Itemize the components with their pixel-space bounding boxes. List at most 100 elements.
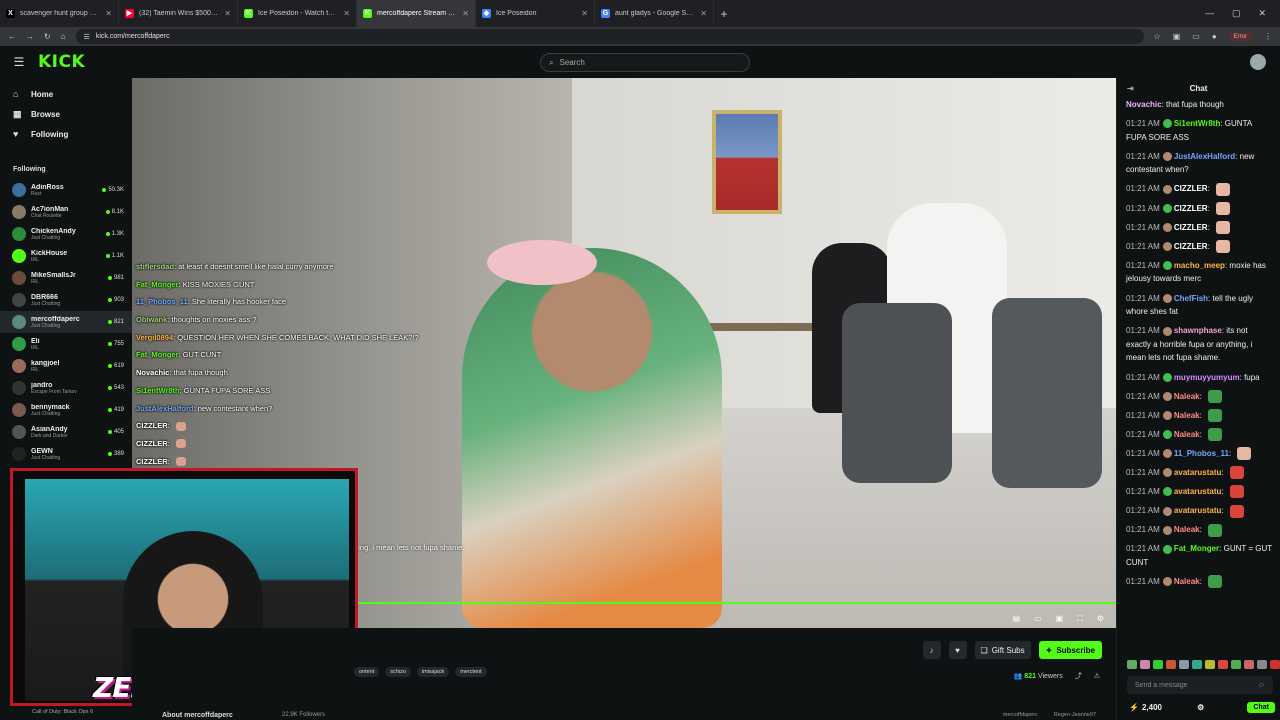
tab-close-icon[interactable]: ✕ <box>581 9 588 18</box>
browser-tab[interactable]: Kmercoffdaperc Stream - Watch ✕ <box>357 0 476 27</box>
emote-icon[interactable] <box>1205 660 1215 669</box>
sidebar-item-home[interactable]: ⌂ Home <box>0 84 132 104</box>
hamburger-menu-icon[interactable]: ☰ <box>0 55 38 69</box>
chat-username[interactable]: CIZZLER <box>1174 242 1208 251</box>
follow-heart-icon[interactable]: ♥ <box>948 641 967 659</box>
close-icon[interactable]: ✕ <box>1258 8 1266 19</box>
back-icon[interactable]: ← <box>8 32 16 41</box>
extensions-icon[interactable]: ▣ <box>1173 32 1181 41</box>
chat-username[interactable]: Naleak <box>1174 525 1200 534</box>
settings-icon[interactable]: ⚙ <box>1097 614 1104 624</box>
browser-tab[interactable]: ◆ Ice Poseidon ✕ <box>476 0 595 27</box>
followed-channel[interactable]: jandro Escape From Tarkov 543 <box>0 377 132 399</box>
browser-tab[interactable]: Gaunt gladys - Google Search ✕ <box>595 0 714 27</box>
browser-tab[interactable]: ▶ (32) Taemin Wins $5000 & Mo ✕ <box>119 0 238 27</box>
followed-channel[interactable]: Ac7ionMan Chat Roulette 8.1K <box>0 201 132 223</box>
emote-icon[interactable] <box>1127 660 1137 669</box>
emote-icon[interactable] <box>1179 660 1189 669</box>
url-field[interactable]: ☰ kick.com/mercoffdaperc <box>75 29 1144 44</box>
chat-username[interactable]: Si1entWr8th <box>1174 119 1221 128</box>
maximize-icon[interactable]: ▢ <box>1232 8 1241 19</box>
home-browser-icon[interactable]: ⌂ <box>61 32 66 41</box>
chat-username[interactable]: Novachic <box>1126 100 1162 109</box>
stream-tag[interactable]: imissjack <box>416 667 450 677</box>
report-icon[interactable]: ⚠ <box>1094 672 1100 680</box>
profile-icon[interactable]: ● <box>1212 32 1217 41</box>
site-info-icon[interactable]: ☰ <box>84 33 90 41</box>
chat-username[interactable]: avatarustatu <box>1174 506 1222 515</box>
followed-channel[interactable]: bennymack Just Chatting 419 <box>0 399 132 421</box>
chat-username[interactable]: CIZZLER <box>1174 204 1208 213</box>
chat-settings-icon[interactable]: ⚙ <box>1197 703 1204 712</box>
chat-username[interactable]: muymuyyumyum <box>1174 373 1240 382</box>
social-link[interactable]: Regen-Jeanne97 <box>1054 712 1096 718</box>
followed-channel[interactable]: MikeSmallsJr IRL 981 <box>0 267 132 289</box>
emote-icon[interactable] <box>1153 660 1163 669</box>
stream-tag[interactable]: schizo <box>385 667 411 677</box>
emote-icon[interactable] <box>1270 660 1280 669</box>
emote-icon[interactable] <box>1231 660 1241 669</box>
followed-channel[interactable]: KickHouse IRL 1.1K <box>0 245 132 267</box>
fullscreen-icon[interactable]: ⛶ <box>1077 614 1083 624</box>
followed-channel[interactable]: kangjoel IRL 619 <box>0 355 132 377</box>
search-input[interactable]: ⌕ Search <box>540 53 750 72</box>
tab-close-icon[interactable]: ✕ <box>224 9 231 18</box>
chat-username[interactable]: avatarustatu <box>1174 468 1222 477</box>
new-tab-button[interactable]: + <box>714 7 734 21</box>
followed-channel[interactable]: AsianAndy Dark and Darker 405 <box>0 421 132 443</box>
followed-channel[interactable]: AdinRoss Rust 50.3K <box>0 179 132 201</box>
chat-username[interactable]: shawnphase <box>1174 326 1222 335</box>
followed-channel[interactable]: GEWN Just Chatting 389 <box>0 443 132 465</box>
chat-username[interactable]: macho_meep <box>1174 261 1225 270</box>
chat-username[interactable]: CIZZLER <box>1174 184 1208 193</box>
theater-icon[interactable]: ▭ <box>1034 614 1042 624</box>
social-link[interactable]: mercoffdaperc <box>1003 712 1038 718</box>
notification-bell-icon[interactable]: ♪ <box>922 641 941 659</box>
stream-tag[interactable]: ontent <box>354 667 380 677</box>
followed-channel[interactable]: Eli IRL 755 <box>0 333 132 355</box>
followed-channel[interactable]: DBR666 Just Chatting 903 <box>0 289 132 311</box>
reload-icon[interactable]: ↻ <box>44 32 51 41</box>
stream-category[interactable]: Call of Duty: Black Ops 6 <box>32 709 93 715</box>
subscribe-button[interactable]: ✦ Subscribe <box>1038 641 1102 659</box>
tab-close-icon[interactable]: ✕ <box>343 9 350 18</box>
chat-username[interactable]: Naleak <box>1174 577 1200 586</box>
bookmark-star-icon[interactable]: ☆ <box>1154 32 1161 41</box>
cast-icon[interactable]: ▭ <box>1192 32 1200 41</box>
tab-close-icon[interactable]: ✕ <box>105 9 112 18</box>
chat-username[interactable]: 11_Phobos_11 <box>1174 449 1229 458</box>
send-chat-button[interactable]: Chat <box>1247 702 1275 713</box>
chat-username[interactable]: avatarustatu <box>1174 487 1222 496</box>
chat-username[interactable]: Fat_Monger <box>1174 544 1219 553</box>
chat-input[interactable]: Send a message ☺ <box>1127 676 1273 694</box>
chat-username[interactable]: JustAlexHalford <box>1174 152 1235 161</box>
gift-subs-button[interactable]: ❏ Gift Subs <box>974 641 1031 659</box>
chat-username[interactable]: CIZZLER <box>1174 223 1208 232</box>
chat-username[interactable]: Naleak <box>1174 392 1200 401</box>
emote-icon[interactable] <box>1244 660 1254 669</box>
stream-tag[interactable]: merctent <box>455 667 487 677</box>
sidebar-item-following[interactable]: ♥ Following <box>0 124 132 144</box>
collapse-chat-icon[interactable]: ⇥ <box>1127 84 1134 93</box>
error-button[interactable]: Error <box>1228 32 1252 41</box>
user-avatar[interactable] <box>1250 54 1266 70</box>
followed-channel[interactable]: ChickenAndy Just Chatting 1.3K <box>0 223 132 245</box>
minimize-icon[interactable]: — <box>1205 8 1214 19</box>
emote-icon[interactable] <box>1218 660 1228 669</box>
emote-icon[interactable] <box>1166 660 1176 669</box>
kick-logo[interactable]: KICK <box>38 52 85 72</box>
tab-close-icon[interactable]: ✕ <box>462 9 469 18</box>
menu-dots-icon[interactable]: ⋮ <box>1264 32 1272 41</box>
forward-icon[interactable]: → <box>26 32 34 41</box>
chat-username[interactable]: ChefFish <box>1174 294 1208 303</box>
emote-icon[interactable] <box>1192 660 1202 669</box>
emote-icon[interactable] <box>1140 660 1150 669</box>
clip-icon[interactable]: ▤ <box>1013 614 1021 624</box>
emote-icon[interactable] <box>1257 660 1267 669</box>
emoji-icon[interactable]: ☺ <box>1258 682 1265 689</box>
pip-icon[interactable]: ▣ <box>1056 614 1064 624</box>
chat-username[interactable]: Naleak <box>1174 411 1200 420</box>
tab-close-icon[interactable]: ✕ <box>700 9 707 18</box>
chat-username[interactable]: Naleak <box>1174 430 1200 439</box>
share-icon[interactable]: ⤴ <box>1075 671 1082 681</box>
